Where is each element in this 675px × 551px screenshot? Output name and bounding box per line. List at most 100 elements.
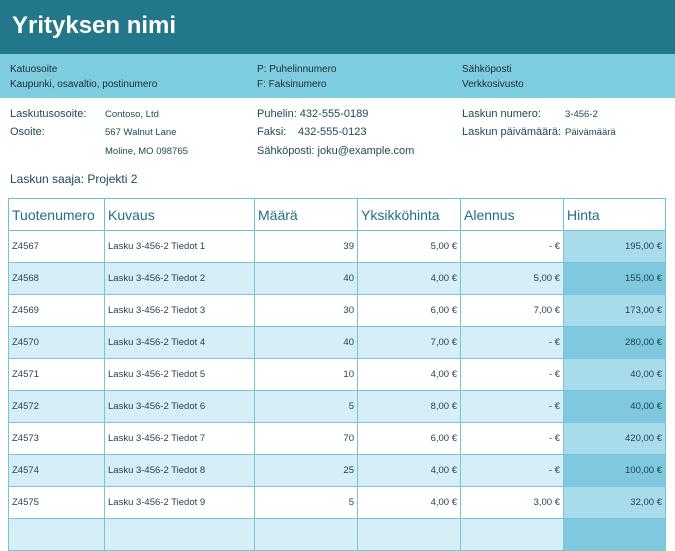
table-row: Z4571 Lasku 3-456-2 Tiedot 5 10 4,00 € - €40… (8, 358, 666, 391)
cell-unit-price: 4,00 € (357, 454, 461, 487)
cell-product-number: Z4567 (8, 230, 105, 263)
cell-description: Lasku 3-456-2 Tiedot 4 (104, 326, 255, 359)
cell-unit-price: 4,00 € (357, 262, 461, 295)
cell-price: 195,00 € (563, 230, 666, 263)
cell-product-number: Z4568 (8, 262, 105, 295)
cell-product-number: Z4572 (8, 390, 105, 423)
table-row: Z4569 Lasku 3-456-2 Tiedot 3 30 6,00 €7,00 … (8, 294, 666, 327)
billing-email: Sähköposti: joku@example.com (257, 145, 415, 157)
cell-description: Lasku 3-456-2 Tiedot 8 (104, 454, 255, 487)
cell-discount: 3,00 € (460, 486, 564, 519)
cell-quantity: 5 (254, 390, 358, 423)
cell-quantity (254, 518, 358, 551)
company-phone: P: Puhelinnumero (257, 64, 337, 75)
cell-unit-price: 5,00 € (357, 230, 461, 263)
table-row: Z4572 Lasku 3-456-2 Tiedot 6 5 8,00 € - €40,… (8, 390, 666, 423)
billing-address-value: Contoso, Ltd (105, 109, 159, 120)
cell-quantity: 39 (254, 230, 358, 263)
cell-product-number: Z4570 (8, 326, 105, 359)
company-fax: F: Faksinumero (257, 79, 327, 90)
cell-discount: 5,00 € (460, 262, 564, 295)
header-product-number: Tuotenumero (8, 198, 105, 231)
header-price: Hinta (563, 198, 666, 231)
cell-price: 173,00 € (563, 294, 666, 327)
cell-discount: - € (460, 390, 564, 423)
cell-unit-price: 6,00 € (357, 294, 461, 327)
cell-discount: - € (460, 326, 564, 359)
company-street: Katuosoite (10, 64, 58, 75)
cell-quantity: 30 (254, 294, 358, 327)
company-contact-bar: Katuosoite Kaupunki, osavaltio, postinum… (0, 54, 675, 98)
cell-price: 420,00 € (563, 422, 666, 455)
cell-product-number: Z4569 (8, 294, 105, 327)
cell-quantity: 10 (254, 358, 358, 391)
cell-price: 280,00 € (563, 326, 666, 359)
billing-address-label: Laskutusosoite: (10, 108, 87, 120)
table-row (8, 518, 666, 551)
cell-description: Lasku 3-456-2 Tiedot 5 (104, 358, 255, 391)
company-website: Verkkosivusto (462, 79, 524, 90)
cell-quantity: 40 (254, 262, 358, 295)
billing-street-value: 567 Walnut Lane (105, 127, 177, 138)
cell-product-number: Z4575 (8, 486, 105, 519)
cell-discount: - € (460, 422, 564, 455)
cell-discount: - € (460, 358, 564, 391)
table-header-row: Tuotenumero Kuvaus Määrä Yksikköhinta Al… (8, 198, 666, 231)
company-name: Yrityksen nimi (12, 12, 177, 39)
cell-product-number: Z4573 (8, 422, 105, 455)
invoice-number-label: Laskun numero: (462, 108, 541, 120)
header-unit-price: Yksikköhinta (357, 198, 461, 231)
invoice-date-label: Laskun päivämäärä: (462, 126, 562, 138)
billing-fax-value: 432-555-0123 (298, 126, 367, 138)
cell-description: Lasku 3-456-2 Tiedot 2 (104, 262, 255, 295)
cell-quantity: 25 (254, 454, 358, 487)
cell-description: Lasku 3-456-2 Tiedot 1 (104, 230, 255, 263)
cell-unit-price: 8,00 € (357, 390, 461, 423)
cell-quantity: 5 (254, 486, 358, 519)
cell-product-number: Z4571 (8, 358, 105, 391)
cell-unit-price: 4,00 € (357, 486, 461, 519)
cell-unit-price: 6,00 € (357, 422, 461, 455)
cell-description: Lasku 3-456-2 Tiedot 3 (104, 294, 255, 327)
header-description: Kuvaus (104, 198, 255, 231)
cell-unit-price: 7,00 € (357, 326, 461, 359)
table-row: Z4573 Lasku 3-456-2 Tiedot 7 70 6,00 € - €42… (8, 422, 666, 455)
billing-fax-label: Faksi: (257, 126, 287, 138)
table-row: Z4574 Lasku 3-456-2 Tiedot 8 25 4,00 € - €10… (8, 454, 666, 487)
cell-product-number (8, 518, 105, 551)
table-row: Z4570 Lasku 3-456-2 Tiedot 4 40 7,00 € - €28… (8, 326, 666, 359)
invoice-table: Tuotenumero Kuvaus Määrä Yksikköhinta Al… (8, 198, 666, 551)
cell-discount (460, 518, 564, 551)
invoice-date-value: Päivämäärä (565, 127, 616, 138)
header-discount: Alennus (460, 198, 564, 231)
table-row: Z4568 Lasku 3-456-2 Tiedot 2 40 4,00 €5,00 … (8, 262, 666, 295)
cell-product-number: Z4574 (8, 454, 105, 487)
billing-city-value: Moline, MO 098765 (105, 146, 188, 157)
header-bar: Yrityksen nimi (0, 0, 675, 54)
cell-unit-price (357, 518, 461, 551)
billing-street-label: Osoite: (10, 126, 45, 138)
cell-description (104, 518, 255, 551)
cell-description: Lasku 3-456-2 Tiedot 6 (104, 390, 255, 423)
cell-description: Lasku 3-456-2 Tiedot 9 (104, 486, 255, 519)
cell-quantity: 70 (254, 422, 358, 455)
cell-unit-price: 4,00 € (357, 358, 461, 391)
billing-phone: Puhelin: 432-555-0189 (257, 108, 369, 120)
company-email: Sähköposti (462, 64, 512, 75)
cell-quantity: 40 (254, 326, 358, 359)
cell-price: 40,00 € (563, 358, 666, 391)
table-row: Z4567 Lasku 3-456-2 Tiedot 1 39 5,00 € - €19… (8, 230, 666, 263)
cell-description: Lasku 3-456-2 Tiedot 7 (104, 422, 255, 455)
cell-price: 40,00 € (563, 390, 666, 423)
company-city: Kaupunki, osavaltio, postinumero (10, 79, 158, 90)
header-quantity: Määrä (254, 198, 358, 231)
cell-discount: - € (460, 230, 564, 263)
cell-price (563, 518, 666, 551)
table-row: Z4575 Lasku 3-456-2 Tiedot 9 5 4,00 €3,00 €… (8, 486, 666, 519)
invoice-recipient: Laskun saaja: Projekti 2 (10, 172, 138, 186)
cell-price: 100,00 € (563, 454, 666, 487)
cell-price: 155,00 € (563, 262, 666, 295)
cell-discount: 7,00 € (460, 294, 564, 327)
cell-discount: - € (460, 454, 564, 487)
cell-price: 32,00 € (563, 486, 666, 519)
